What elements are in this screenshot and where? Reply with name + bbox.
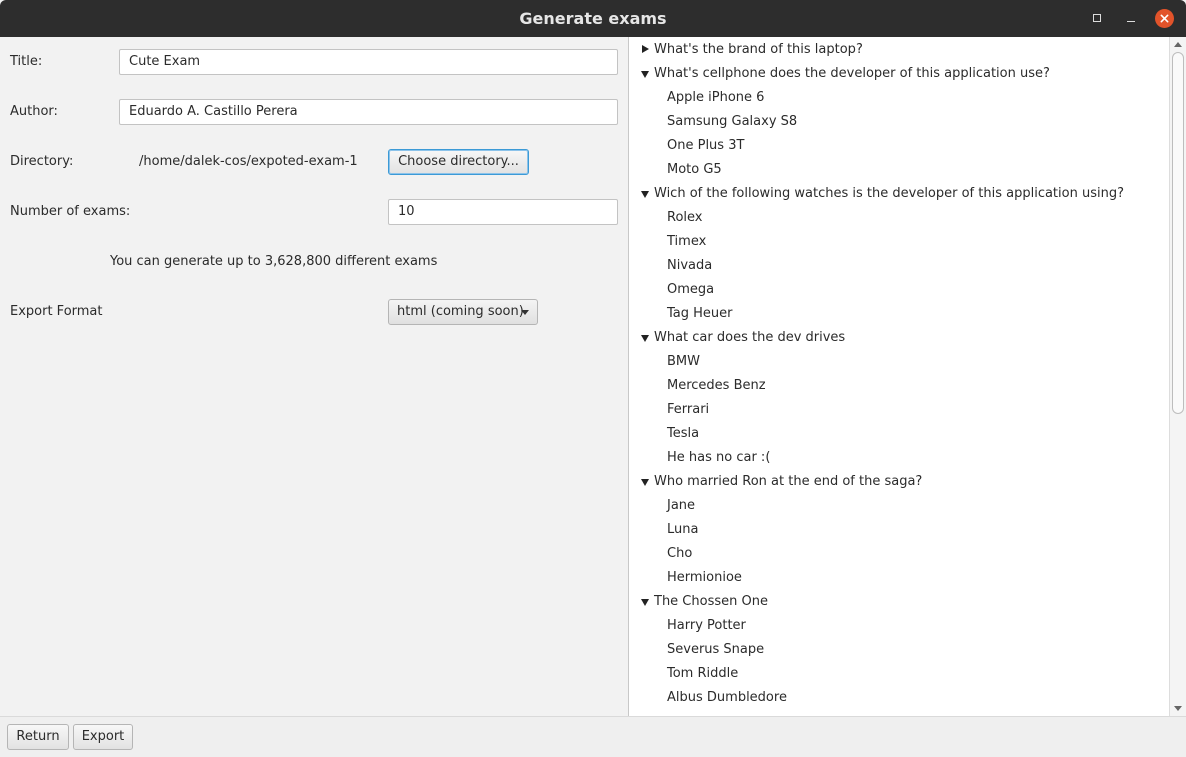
tree-answer-row[interactable]: Tag Heuer (629, 302, 733, 326)
choose-directory-button[interactable]: Choose directory... (388, 149, 529, 175)
tree-answer-row[interactable]: One Plus 3T (629, 134, 744, 158)
scroll-down-icon[interactable] (1174, 706, 1182, 711)
tree-answer-row[interactable]: Severus Snape (629, 638, 764, 662)
return-button[interactable]: Return (7, 724, 69, 750)
maximize-icon[interactable] (1088, 9, 1106, 27)
num-exams-label: Number of exams: (10, 204, 131, 219)
answer-text: Nivada (667, 258, 713, 273)
expanded-triangle-icon[interactable] (641, 191, 649, 198)
answer-text: Tesla (667, 426, 700, 441)
answer-text: Samsung Galaxy S8 (667, 114, 798, 129)
answer-text: Apple iPhone 6 (667, 90, 765, 105)
question-text: Who married Ron at the end of the saga? (654, 474, 923, 489)
tree-question-row[interactable]: Wich of the following watches is the dev… (629, 182, 1124, 206)
tree-answer-row[interactable]: Mercedes Benz (629, 374, 766, 398)
tree-question-row[interactable]: What's cellphone does the developer of t… (629, 62, 1050, 86)
tree-answer-row[interactable]: Timex (629, 230, 706, 254)
answer-text: Mercedes Benz (667, 378, 766, 393)
answer-text: He has no car :( (667, 450, 771, 465)
title-label: Title: (10, 54, 43, 69)
answer-text: Hermionioe (667, 570, 742, 585)
answer-text: Jane (667, 498, 696, 513)
tree-answer-row[interactable]: Moto G5 (629, 158, 722, 182)
expanded-triangle-icon[interactable] (641, 599, 649, 606)
scroll-up-icon[interactable] (1174, 42, 1182, 47)
answer-text: Tag Heuer (667, 306, 733, 321)
tree-answer-row[interactable]: Omega (629, 278, 714, 302)
answer-text: Tom Riddle (667, 666, 739, 681)
answer-text: Harry Potter (667, 618, 746, 633)
tree-answer-row[interactable]: Apple iPhone 6 (629, 86, 764, 110)
answer-text: Luna (667, 522, 699, 537)
tree-answer-row[interactable]: Hermionioe (629, 566, 742, 590)
tree-question-row[interactable]: Who married Ron at the end of the saga? (629, 470, 922, 494)
answer-text: Ferrari (667, 402, 710, 417)
question-text: What car does the dev drives (654, 330, 846, 345)
tree-question-row[interactable]: The Chossen One (629, 590, 768, 614)
export-format-select[interactable]: html (coming soon) (388, 299, 538, 325)
expanded-triangle-icon[interactable] (641, 335, 649, 342)
tree-answer-row[interactable]: Cho (629, 542, 692, 566)
window-titlebar: Generate exams (0, 0, 1186, 37)
tree-answer-row[interactable]: Albus Dumbledore (629, 686, 787, 710)
tree-answer-row[interactable]: Harry Potter (629, 614, 746, 638)
collapsed-triangle-icon[interactable] (642, 45, 649, 53)
tree-answer-row[interactable]: He has no car :( (629, 446, 770, 470)
export-button[interactable]: Export (73, 724, 133, 750)
combinations-info: You can generate up to 3,628,800 differe… (110, 254, 438, 269)
author-label: Author: (10, 104, 58, 119)
footer-bar: Return Export (0, 716, 1186, 757)
tree-answer-row[interactable]: Tesla (629, 422, 699, 446)
question-text: The Chossen One (654, 594, 768, 609)
export-format-value: html (coming soon) (397, 304, 524, 319)
tree-answer-row[interactable]: Tom Riddle (629, 662, 738, 686)
num-exams-field[interactable]: 10 (388, 199, 618, 225)
expanded-triangle-icon[interactable] (641, 479, 649, 486)
expanded-triangle-icon[interactable] (641, 71, 649, 78)
minimize-icon[interactable] (1122, 9, 1140, 27)
tree-answer-row[interactable]: Jane (629, 494, 695, 518)
answer-text: Cho (667, 546, 693, 561)
answer-text: Omega (667, 282, 715, 297)
answer-text: Moto G5 (667, 162, 722, 177)
scrollbar-thumb[interactable] (1172, 52, 1184, 414)
answer-text: Albus Dumbledore (667, 690, 787, 705)
answer-text: Rolex (667, 210, 703, 225)
tree-scrollbar[interactable] (1169, 37, 1186, 716)
directory-label: Directory: (10, 154, 74, 169)
tree-answer-row[interactable]: Nivada (629, 254, 712, 278)
close-icon[interactable] (1155, 9, 1174, 28)
window-title: Generate exams (519, 9, 667, 28)
question-text: Wich of the following watches is the dev… (654, 186, 1124, 201)
question-text: What's the brand of this laptop? (654, 42, 863, 57)
answer-text: BMW (667, 354, 700, 369)
exam-settings-panel: Title: Cute Exam Author: Eduardo A. Cast… (0, 37, 628, 716)
tree-answer-row[interactable]: Samsung Galaxy S8 (629, 110, 797, 134)
tree-question-row[interactable]: What car does the dev drives (629, 326, 845, 350)
directory-path: /home/dalek-cos/expoted-exam-1 (139, 154, 358, 169)
questions-tree: What's the brand of this laptop? What's c… (628, 37, 1186, 716)
tree-question-row[interactable]: What's the brand of this laptop? (629, 38, 863, 62)
answer-text: Severus Snape (667, 642, 765, 657)
tree-answer-row[interactable]: BMW (629, 350, 700, 374)
question-text: What's cellphone does the developer of t… (654, 66, 1050, 81)
answer-text: Timex (667, 234, 707, 249)
author-field[interactable]: Eduardo A. Castillo Perera (119, 99, 618, 125)
tree-answer-row[interactable]: Rolex (629, 206, 702, 230)
answer-text: One Plus 3T (667, 138, 745, 153)
tree-answer-row[interactable]: Ferrari (629, 398, 709, 422)
export-format-label: Export Format (10, 304, 103, 319)
title-field[interactable]: Cute Exam (119, 49, 618, 75)
tree-answer-row[interactable]: Luna (629, 518, 698, 542)
chevron-down-icon (521, 310, 529, 315)
